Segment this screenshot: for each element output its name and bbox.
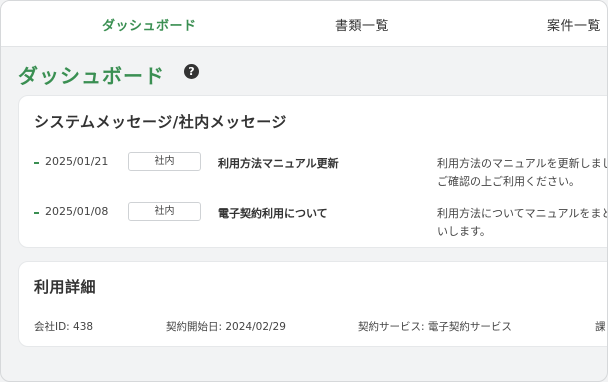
bullet-icon [34, 162, 39, 164]
message-body-line: 利用方法のマニュアルを更新しまし [437, 157, 608, 170]
tab-document-list[interactable]: 書類一覧 [335, 15, 389, 34]
messages-card: システムメッセージ/社内メッセージ 2025/01/21 社内 利用方法マニュア… [18, 95, 608, 248]
tab-dashboard[interactable]: ダッシュボード [102, 15, 197, 34]
message-title[interactable]: 電子契約利用について [218, 205, 328, 221]
contract-service: 契約サービス: 電子契約サービス [358, 321, 512, 333]
message-title[interactable]: 利用方法マニュアル更新 [218, 155, 339, 171]
message-row[interactable]: 2025/01/08 社内 電子契約利用について 利用方法についてマニュアルをま… [19, 202, 608, 244]
app-frame: ダッシュボード 書類一覧 案件一覧 ダッシュボード ? システムメッセージ/社内… [0, 0, 608, 382]
message-category-badge: 社内 [128, 152, 201, 171]
message-body: 利用方法のマニュアルを更新しまし ご確認の上ご利用ください。 [437, 155, 608, 191]
bullet-icon [34, 212, 39, 214]
tab-case-list[interactable]: 案件一覧 [547, 15, 601, 34]
help-icon[interactable]: ? [184, 64, 199, 79]
message-body: 利用方法についてマニュアルをまと いします。 [437, 205, 608, 241]
message-date: 2025/01/21 [45, 155, 109, 168]
usage-extra-field: 課 [595, 321, 606, 333]
messages-card-title: システムメッセージ/社内メッセージ [34, 113, 287, 131]
usage-details-card: 利用詳細 会社ID: 438 契約開始日: 2024/02/29 契約サービス:… [18, 261, 607, 347]
top-navigation: ダッシュボード 書類一覧 案件一覧 [1, 1, 607, 47]
page-title: ダッシュボード [18, 64, 165, 88]
message-body-line: ご確認の上ご利用ください。 [437, 175, 580, 188]
message-row[interactable]: 2025/01/21 社内 利用方法マニュアル更新 利用方法のマニュアルを更新し… [19, 152, 608, 194]
usage-card-title: 利用詳細 [34, 278, 97, 296]
message-body-line: 利用方法についてマニュアルをまと [437, 207, 608, 220]
company-id: 会社ID: 438 [34, 321, 94, 333]
message-category-badge: 社内 [128, 202, 201, 221]
message-date: 2025/01/08 [45, 205, 109, 218]
message-body-line: いします。 [437, 225, 491, 238]
contract-start-date: 契約開始日: 2024/02/29 [166, 321, 286, 333]
